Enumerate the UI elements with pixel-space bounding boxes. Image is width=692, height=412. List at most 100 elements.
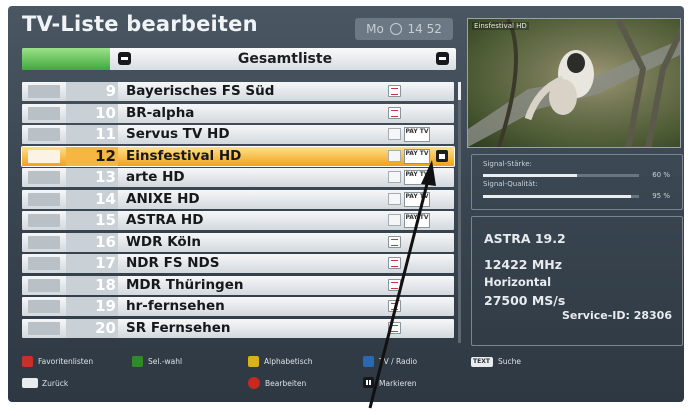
key-red-label: Favoritenlisten [38, 357, 94, 366]
channel-name: WDR Köln [126, 233, 201, 250]
transponder-info: ASTRA 19.2 12422 MHz Horizontal 27500 MS… [471, 216, 683, 346]
tv-channel-icon [388, 235, 401, 248]
channel-row[interactable]: 14 ANIXE HD PAY TV [22, 189, 454, 209]
tv-channel-icon [388, 321, 401, 334]
channel-row[interactable]: 10 BR-alpha [22, 103, 454, 123]
channel-number: 16 [95, 232, 116, 251]
channel-name: arte HD [126, 169, 185, 185]
signal-quality-percent: 95 % [652, 192, 670, 200]
list-header[interactable]: Gesamtliste [22, 48, 456, 70]
channel-row[interactable]: 17 NDR FS NDS [22, 254, 454, 273]
pay-tv-icon: PAY TV [404, 191, 430, 207]
symbol-rate: 27500 MS/s [484, 293, 566, 308]
clock-time: 14 52 [407, 22, 442, 36]
channel-name: ANIXE HD [126, 190, 200, 207]
tv-channel-icon [388, 85, 401, 97]
channel-number: 12 [95, 146, 116, 165]
channel-number: 13 [95, 168, 116, 186]
tv-channel-icon [388, 106, 401, 119]
channel-row[interactable]: 16 WDR Köln [22, 232, 454, 252]
channel-logo-icon [28, 278, 60, 292]
channel-logo-icon [28, 192, 60, 206]
satellite-name: ASTRA 19.2 [484, 231, 566, 246]
ok-key-icon[interactable] [248, 377, 260, 389]
channel-number: 20 [95, 318, 116, 337]
channel-logo-icon [28, 235, 60, 249]
signal-strength-fill [483, 174, 577, 177]
channel-row[interactable]: 15 ASTRA HD PAY TV [22, 211, 454, 230]
channel-row[interactable]: 20 SR Fernsehen [22, 318, 454, 338]
tv-channel-icon [388, 278, 401, 291]
channel-row[interactable]: 11 Servus TV HD PAY TV [22, 125, 454, 144]
clock-display: Mo 14 52 [355, 18, 453, 40]
minus-key-icon[interactable] [118, 52, 131, 65]
channel-number: 17 [95, 254, 116, 272]
channel-name: BR-alpha [126, 104, 195, 121]
channel-logo-icon [28, 149, 60, 163]
polarization: Horizontal [484, 275, 552, 289]
clock-day: Mo [366, 22, 384, 36]
key-mark-label: Markieren [379, 379, 417, 388]
channel-logo-icon [28, 257, 60, 270]
clock-icon [389, 23, 402, 35]
channel-row[interactable]: 18 MDR Thüringen [22, 275, 454, 295]
red-key-icon[interactable] [22, 356, 33, 367]
channel-logo-icon [28, 128, 60, 141]
mark-key-icon[interactable] [363, 377, 374, 388]
channel-logo-icon [28, 85, 60, 98]
signal-panel: Signal-Stärke: 60 % Signal-Qualität: 95 … [471, 154, 683, 210]
minus-key-icon[interactable] [436, 52, 449, 65]
tv-channel-icon [388, 300, 401, 312]
channel-name: hr-fernsehen [126, 298, 225, 314]
key-text-label: Suche [498, 357, 522, 366]
channel-logo-icon [28, 300, 60, 313]
signal-strength-bar [483, 174, 639, 177]
channel-number: 18 [95, 275, 116, 294]
signal-quality-bar [483, 195, 639, 198]
flag-box-icon [388, 128, 401, 140]
channel-number: 14 [95, 189, 116, 208]
preview-image [468, 19, 680, 147]
service-id: Service-ID: 28306 [561, 309, 672, 322]
page-title: TV-Liste bearbeiten [22, 12, 258, 36]
signal-strength-percent: 60 % [652, 171, 670, 179]
pay-tv-icon: PAY TV [404, 148, 430, 164]
preview-label: Einsfestival HD [472, 22, 529, 30]
blue-key-icon[interactable] [363, 356, 374, 367]
frequency: 12422 MHz [484, 257, 563, 272]
channel-name: Einsfestival HD [126, 147, 242, 164]
channel-name: ASTRA HD [126, 212, 204, 228]
green-key-icon[interactable] [132, 356, 143, 367]
signal-quality-fill [483, 195, 632, 198]
pay-tv-icon: PAY TV [404, 213, 430, 228]
channel-number: 11 [95, 125, 116, 143]
back-key-icon[interactable] [22, 378, 38, 388]
scrollbar-thumb[interactable] [458, 82, 461, 100]
channel-number: 19 [95, 297, 116, 315]
channel-row[interactable]: 12 Einsfestival HD PAY TV [21, 145, 455, 167]
channel-number: 15 [95, 211, 116, 229]
key-blue-label: TV / Radio [379, 357, 418, 366]
lock-icon [436, 149, 448, 162]
tv-channel-icon [388, 257, 401, 269]
text-key-icon[interactable]: TEXT [471, 357, 493, 367]
signal-strength-label: Signal-Stärke: [483, 160, 532, 168]
flag-box-icon [388, 214, 401, 226]
yellow-key-icon[interactable] [248, 356, 259, 367]
channel-preview: Einsfestival HD [467, 18, 681, 148]
flag-box-icon [388, 192, 401, 205]
channel-name: Bayerisches FS Süd [126, 83, 275, 99]
list-header-accent [22, 48, 110, 70]
scrollbar[interactable] [458, 82, 461, 343]
key-yellow-label: Alphabetisch [264, 357, 313, 366]
key-green-label: Sel.-wahl [148, 357, 183, 366]
channel-row[interactable]: 9 Bayerisches FS Süd [22, 82, 454, 101]
channel-logo-icon [28, 214, 60, 227]
channel-row[interactable]: 19 hr-fernsehen [22, 297, 454, 316]
channel-logo-icon [28, 171, 60, 184]
channel-name: MDR Thüringen [126, 276, 244, 293]
channel-number: 10 [95, 103, 116, 122]
channel-number: 9 [105, 82, 116, 100]
flag-box-icon [388, 171, 401, 183]
channel-row[interactable]: 13 arte HD PAY TV [22, 168, 454, 187]
